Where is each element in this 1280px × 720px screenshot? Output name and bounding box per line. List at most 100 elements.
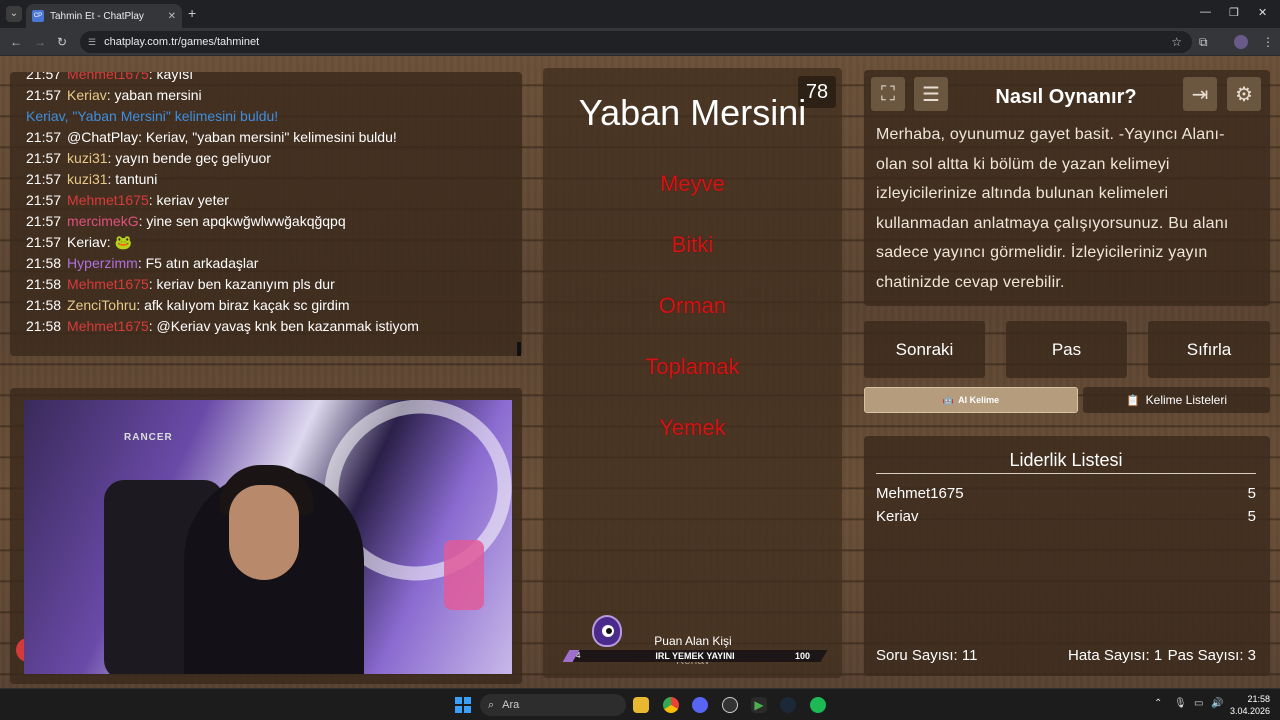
error-count: Hata Sayısı: 1 <box>1068 647 1163 664</box>
chat-message: 21:58 Hyperzimm: F5 atın arkadaşlar <box>26 253 506 274</box>
chat-text: : F5 atın arkadaşlar <box>137 255 259 271</box>
chat-timestamp: 21:57 <box>26 150 62 166</box>
tray-chevron-icon[interactable]: ⌃ <box>1154 698 1162 709</box>
tab-close-icon[interactable]: ✕ <box>168 11 176 22</box>
settings-gear-icon[interactable]: ⚙ <box>1227 77 1261 111</box>
back-icon[interactable]: ← <box>10 35 22 49</box>
next-button[interactable]: Sonraki <box>864 321 985 378</box>
chat-text: @ChatPlay: Keriav, "yaban mersini" kelim… <box>67 129 397 145</box>
chat-message: Keriav, "Yaban Mersini" kelimesini buldu… <box>26 106 506 127</box>
streamer-face <box>229 485 299 580</box>
chat-timestamp: 21:58 <box>26 276 62 292</box>
bookmark-star-icon[interactable]: ☆ <box>1171 35 1182 49</box>
chat-message: 21:57 Keriav: 🐸 <box>26 232 506 253</box>
stream-progress-bar: 4 IRL YEMEK YAYINI 100 <box>562 650 828 662</box>
chat-username[interactable]: kuzi31 <box>67 171 107 187</box>
chair-brand-label: RANCER <box>124 432 173 443</box>
chat-message: 21:57 @ChatPlay: Keriav, "yaban mersini" … <box>26 127 506 148</box>
chat-username[interactable]: ZenciTohru <box>67 297 136 313</box>
discord-icon[interactable] <box>692 697 708 713</box>
taskbar-search-label: Ara <box>502 699 520 711</box>
chat-username[interactable]: Mehmet1675 <box>67 318 149 334</box>
howto-title: Nasıl Oynanır? <box>995 86 1137 108</box>
reload-icon[interactable]: ↻ <box>57 35 67 49</box>
profile-avatar[interactable] <box>1234 35 1248 49</box>
logout-icon[interactable]: ⇥ <box>1183 77 1217 111</box>
chat-timestamp: 21:57 <box>26 129 62 145</box>
leader-name: Keriav <box>876 508 919 525</box>
question-count: Soru Sayısı: 11 <box>876 647 978 664</box>
forward-icon[interactable]: → <box>34 35 46 49</box>
steam-icon[interactable] <box>780 697 796 713</box>
leader-name: Mehmet1675 <box>876 485 964 502</box>
file-explorer-icon[interactable] <box>633 697 649 713</box>
chatplay-favicon-icon: CP <box>32 10 44 22</box>
tab-ai-word[interactable]: 🤖 AI Kelime <box>864 387 1078 413</box>
chat-username[interactable]: Keriav <box>67 234 107 250</box>
chat-timestamp: 21:57 <box>26 87 62 103</box>
taskbar-search[interactable]: ⌕ Ara <box>480 694 626 716</box>
tab-search-icon[interactable]: ⌄ <box>6 6 22 22</box>
forbidden-word: Orman <box>658 293 727 318</box>
chat-username[interactable]: mercimekG <box>67 213 139 229</box>
address-bar: ← → ↻ ☰ chatplay.com.tr/games/tahminet ☆… <box>0 28 1280 56</box>
taskbar-clock[interactable]: 21:58 3.04.2026 <box>1230 693 1270 717</box>
chat-text: : keriav ben kazanıyım pls dur <box>148 276 335 292</box>
fullscreen-icon[interactable]: ⛶ <box>871 77 905 111</box>
forbidden-word: Toplamak <box>645 354 740 379</box>
site-info-icon[interactable]: ☰ <box>88 37 96 48</box>
chat-username[interactable]: Mehmet1675 <box>67 276 149 292</box>
tab-word-lists[interactable]: 📋 Kelime Listeleri <box>1083 387 1270 413</box>
forbidden-word: Bitki <box>671 232 714 257</box>
mic-icon[interactable]: 🎙 <box>1174 698 1187 709</box>
chat-timestamp: 21:57 <box>26 72 62 82</box>
chat-timestamp: 21:57 <box>26 171 62 187</box>
new-tab-icon[interactable]: + <box>188 6 196 20</box>
chat-text: : @Keriav yavaş knk ben kazanmak istiyom <box>148 318 419 334</box>
browser-tab[interactable]: CP Tahmin Et - ChatPlay ✕ <box>26 4 182 28</box>
chat-username[interactable]: kuzi31 <box>67 150 107 166</box>
leaderboard-title: Liderlik Listesi <box>1009 450 1123 470</box>
clock-time: 21:58 <box>1247 694 1271 704</box>
chat-scroll-marker <box>517 342 521 356</box>
leader-score: 5 <box>1247 508 1256 525</box>
chat-username[interactable]: Keriav <box>67 87 107 103</box>
chat-username[interactable]: Mehmet1675 <box>67 192 149 208</box>
webcam-feed: RANCER <box>24 400 512 674</box>
spotify-icon[interactable] <box>810 697 826 713</box>
url-text: chatplay.com.tr/games/tahminet <box>104 36 260 48</box>
chat-username[interactable]: Hyperzimm <box>67 255 138 271</box>
url-field[interactable]: ☰ chatplay.com.tr/games/tahminet ☆ <box>80 31 1192 53</box>
chat-text: : tantuni <box>107 171 158 187</box>
maximize-icon[interactable]: ❐ <box>1229 6 1239 19</box>
browser-tab-bar: ⌄ CP Tahmin Et - ChatPlay ✕ + — ❐ ✕ <box>0 0 1280 28</box>
search-icon: ⌕ <box>488 698 495 711</box>
leaderboard-row: Keriav 5 <box>876 508 1256 525</box>
chat-message: 21:57 kuzi31: tantuni <box>26 169 506 190</box>
clock-date: 3.04.2026 <box>1230 706 1271 716</box>
leaderboard-divider <box>876 473 1256 474</box>
windows-start-icon[interactable] <box>455 697 471 713</box>
extensions-icon[interactable]: ⧉ <box>1199 35 1208 50</box>
chat-timestamp: 21:57 <box>26 192 62 208</box>
chat-text: : yayın bende geç geliyuor <box>107 150 271 166</box>
app-icon[interactable] <box>722 697 738 713</box>
notes-icon[interactable]: ☰ <box>914 77 948 111</box>
close-window-icon[interactable]: ✕ <box>1258 6 1267 19</box>
pass-count: Pas Sayısı: 3 <box>1167 647 1256 664</box>
reset-button[interactable]: Sıfırla <box>1148 321 1270 378</box>
chrome-icon[interactable] <box>663 697 679 713</box>
media-player-icon[interactable]: ▶ <box>751 697 767 713</box>
chat-text: : yine sen apqkwğwlwwğakqğqpq <box>138 213 346 229</box>
chat-message: 21:58 ZenciTohru: afk kalıyom biraz kaçak… <box>26 295 506 316</box>
browser-menu-icon[interactable]: ⋮ <box>1262 35 1274 49</box>
minimize-icon[interactable]: — <box>1200 6 1211 18</box>
pass-button[interactable]: Pas <box>1006 321 1127 378</box>
chat-username[interactable]: Mehmet1675 <box>67 72 149 82</box>
list-icon: 📋 <box>1125 394 1140 407</box>
chat-message: 21:57 kuzi31: yayın bende geç geliyuor <box>26 148 506 169</box>
scorer-avatar <box>592 615 622 647</box>
chat-text: : afk kalıyom biraz kaçak sc girdim <box>136 297 350 313</box>
network-icon[interactable]: ▭ <box>1194 698 1203 709</box>
volume-icon[interactable]: 🔊 <box>1211 698 1223 709</box>
